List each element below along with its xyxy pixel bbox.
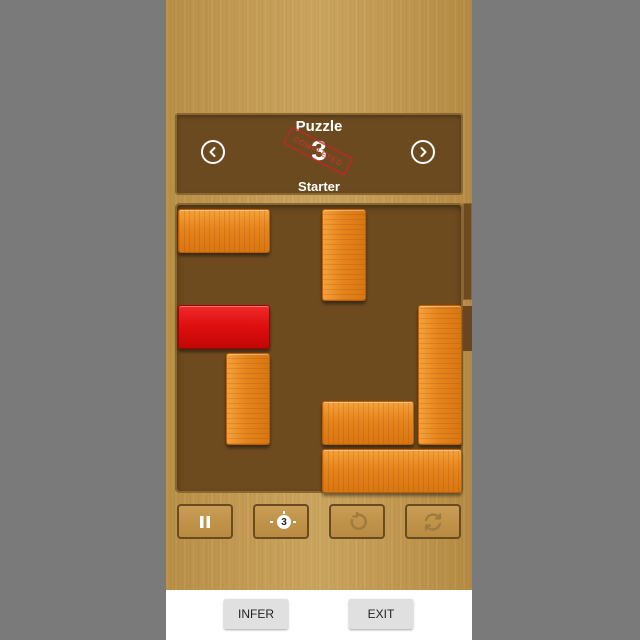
chevron-right-icon: [420, 147, 427, 157]
sliding-block[interactable]: [418, 305, 462, 445]
phone-screen: Puzzle 3 COMPLETED Starter 3 INFER EXIT: [166, 0, 472, 640]
undo-button[interactable]: [329, 504, 385, 539]
sliding-block[interactable]: [322, 209, 366, 301]
restart-button[interactable]: [405, 504, 461, 539]
target-block[interactable]: [178, 305, 270, 349]
hint-button[interactable]: 3: [253, 504, 309, 539]
infer-button[interactable]: INFER: [224, 599, 288, 629]
bottom-action-bar: INFER EXIT: [166, 590, 472, 640]
exit-button[interactable]: EXIT: [349, 599, 413, 629]
sliding-block[interactable]: [178, 209, 270, 253]
puzzle-board: [175, 203, 463, 493]
restart-icon: [424, 512, 442, 531]
sliding-block[interactable]: [226, 353, 270, 445]
difficulty-label: Starter: [298, 179, 340, 194]
exit-slot: [463, 306, 472, 351]
hint-ray-icon: [270, 521, 273, 523]
sliding-block[interactable]: [322, 449, 462, 493]
undo-icon: [350, 511, 367, 530]
puzzle-header: Puzzle 3 COMPLETED Starter: [175, 113, 463, 195]
board-edge: [463, 203, 472, 300]
hint-ray-icon: [293, 521, 296, 523]
hint-count-badge: 3: [277, 515, 291, 529]
next-puzzle-button[interactable]: [411, 140, 435, 164]
pause-button[interactable]: [177, 504, 233, 539]
hint-ray-icon: [283, 511, 285, 514]
puzzle-label: Puzzle: [295, 118, 343, 135]
sliding-block[interactable]: [322, 401, 414, 445]
pause-icon: [200, 515, 210, 528]
